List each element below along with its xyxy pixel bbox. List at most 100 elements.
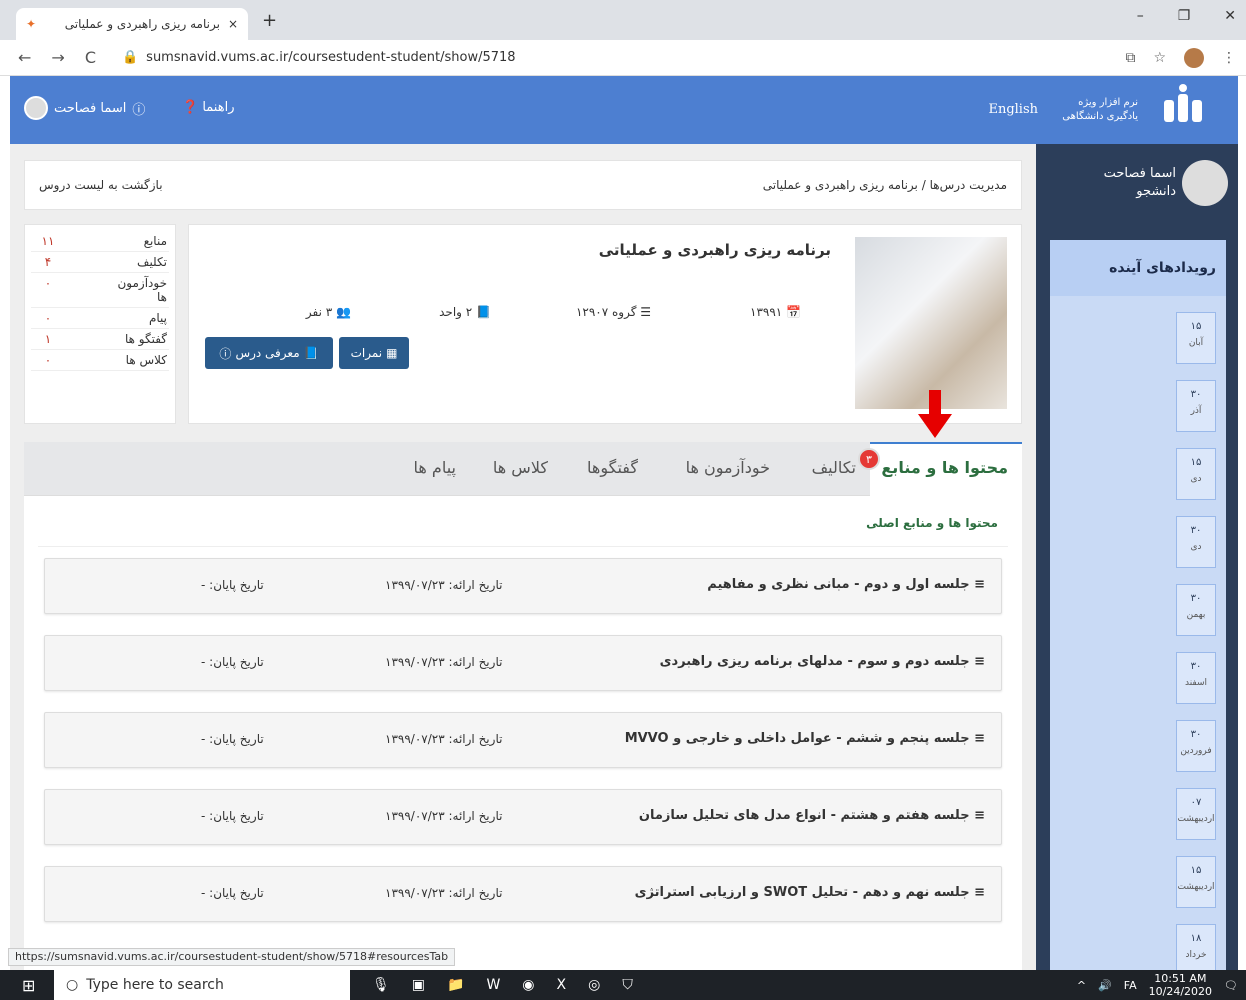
content-item-start-date: تاریخ ارائه: ۱۳۹۹/۰۷/۲۳	[385, 732, 503, 746]
event-month: دی	[1190, 474, 1202, 484]
stat-label: گفتگو ها	[124, 332, 167, 346]
new-tab-button[interactable]: +	[262, 10, 277, 31]
minimize-icon[interactable]: –	[1137, 8, 1144, 24]
breadcrumb: بازگشت به لیست دروس مدیریت درس‌ها / برنا…	[24, 160, 1022, 210]
content-item[interactable]: ≡ جلسه پنجم و ششم - عوامل داخلی و خارجی …	[44, 712, 1002, 768]
event-day: ۱۵	[1190, 457, 1202, 468]
chrome-icon[interactable]: ◎	[588, 977, 600, 993]
close-window-icon[interactable]: ✕	[1224, 8, 1236, 24]
course-group: ☰ گروه ۱۲۹۰۷	[575, 305, 651, 319]
excel-icon[interactable]: X	[557, 977, 567, 993]
avatar	[24, 96, 48, 120]
help-icon: ⓘ	[219, 346, 232, 361]
event-item[interactable]: ۳۰ بهمن	[1176, 584, 1216, 636]
event-item[interactable]: ۱۵ دی	[1176, 448, 1216, 500]
event-item[interactable]: ۳۰ دی	[1176, 516, 1216, 568]
taskbar-search[interactable]: ○ Type here to search	[54, 970, 350, 1000]
upcoming-events-panel: رویدادهای آینده ۱۵ آبان ۳۰ آذر ۱۵ دی ۳۰ دی ۳۰ بهم…	[1050, 240, 1226, 976]
event-month: اسفند	[1184, 678, 1208, 688]
tab-assignments[interactable]: تکالیف	[812, 458, 856, 477]
event-item[interactable]: ۰۷ اردیبهشت	[1176, 788, 1216, 840]
stat-row[interactable]: ۰ خودآزمون ها	[31, 273, 169, 308]
tab-close-button[interactable]: ×	[228, 17, 238, 31]
language-indicator[interactable]: FA	[1124, 979, 1137, 992]
breadcrumb-separator: /	[921, 178, 926, 192]
content-item[interactable]: ≡ جلسه دوم و سوم - مدلهای برنامه ریزی را…	[44, 635, 1002, 691]
grades-button[interactable]: ▦ نمرات	[339, 337, 409, 369]
content-item-title: ≡ جلسه اول و دوم - مبانی نظری و مفاهیم	[707, 577, 985, 592]
event-day: ۱۵	[1190, 321, 1202, 332]
windows-start-icon[interactable]: ⊞	[22, 976, 35, 995]
clock[interactable]: 10:51 AM 10/24/2020	[1149, 972, 1212, 998]
firefox-icon[interactable]: ◉	[522, 977, 534, 993]
translate-icon[interactable]: ⧉	[1125, 50, 1135, 66]
content-item-start-date: تاریخ ارائه: ۱۳۹۹/۰۷/۲۳	[385, 655, 503, 669]
content-item[interactable]: ≡ جلسه اول و دوم - مبانی نظری و مفاهیم تا…	[44, 558, 1002, 614]
stat-row[interactable]: ۰ کلاس ها	[31, 350, 169, 371]
stat-row[interactable]: ۰ پیام	[31, 308, 169, 329]
tab-quizzes[interactable]: خودآزمون ها	[686, 458, 770, 477]
profile-avatar[interactable]	[1184, 48, 1204, 68]
browser-tab[interactable]: × برنامه ریزی راهبردی و عملیاتی ✦	[16, 8, 248, 40]
event-month: دی	[1190, 542, 1202, 552]
forward-arrow-icon[interactable]: →	[51, 48, 64, 67]
microphone-icon[interactable]: 🎙	[372, 977, 390, 993]
content-item-start-date: تاریخ ارائه: ۱۳۹۹/۰۷/۲۳	[385, 578, 503, 592]
word-icon[interactable]: W	[486, 977, 500, 993]
sidebar-user-name: اسما فصاحت	[1103, 166, 1176, 181]
file-explorer-icon[interactable]: 📁	[447, 977, 464, 993]
reload-icon[interactable]: C	[85, 48, 96, 67]
back-arrow-icon[interactable]: ←	[18, 48, 31, 67]
event-month: فروردین	[1180, 746, 1212, 756]
url-text: sumsnavid.vums.ac.ir/coursestudent-stude…	[146, 50, 516, 65]
restore-icon[interactable]: ❐	[1178, 8, 1191, 24]
event-month: آبان	[1188, 338, 1204, 348]
chevron-up-icon[interactable]: ^	[1077, 979, 1086, 992]
header-user-menu[interactable]: اسما فصاحت ⓘ	[24, 96, 145, 120]
stat-row[interactable]: ۴ تکلیف	[31, 252, 169, 273]
content-item-end-date: تاریخ پایان: -	[201, 886, 264, 900]
url-field[interactable]: 🔒 sumsnavid.vums.ac.ir/coursestudent-stu…	[122, 50, 516, 65]
event-item[interactable]: ۳۰ فروردین	[1176, 720, 1216, 772]
content-item[interactable]: ≡ جلسه هفتم و هشتم - انواع مدل های تحلیل…	[44, 789, 1002, 845]
stat-label: منابع	[143, 234, 167, 248]
back-to-courses-link[interactable]: بازگشت به لیست دروس	[39, 178, 163, 192]
app-icon[interactable]: ▣	[412, 977, 425, 993]
speaker-icon[interactable]: 🔊	[1098, 979, 1112, 992]
tab-messages[interactable]: پیام ها	[414, 458, 456, 477]
breadcrumb-root[interactable]: مدیریت درس‌ها	[930, 178, 1007, 192]
content-panel: محتوا ها و منابع اصلی ≡ جلسه اول و دوم -…	[24, 496, 1022, 970]
tab-content[interactable]: محتوا ها و منابع	[881, 458, 1008, 477]
content-item[interactable]: ≡ جلسه نهم و دهم - تحلیل SWOT و ارزیابی …	[44, 866, 1002, 922]
brand-text: نرم افزار ویژه یادگیری دانشگاهی	[1062, 97, 1138, 122]
search-icon: ○	[66, 977, 79, 993]
notification-icon[interactable]: 🗨	[1224, 979, 1238, 992]
event-item[interactable]: ۳۰ اسفند	[1176, 652, 1216, 704]
stat-row[interactable]: ۱۱ منابع	[31, 231, 169, 252]
stat-row[interactable]: ۱ گفتگو ها	[31, 329, 169, 350]
content-item-start-date: تاریخ ارائه: ۱۳۹۹/۰۷/۲۳	[385, 886, 503, 900]
guide-link[interactable]: ❓ راهنما	[182, 100, 234, 115]
red-arrow-annotation	[918, 390, 952, 438]
site-logo[interactable]	[1158, 82, 1208, 132]
course-year: 📅 ۱۳۹۹۱	[750, 305, 801, 319]
event-item[interactable]: ۱۵ اردیبهشت	[1176, 856, 1216, 908]
content-item-end-date: تاریخ پایان: -	[201, 732, 264, 746]
event-day: ۰۷	[1190, 797, 1202, 808]
stat-label: پیام	[148, 311, 167, 325]
event-item[interactable]: ۱۸ خرداد	[1176, 924, 1216, 976]
event-item[interactable]: ۱۵ آبان	[1176, 312, 1216, 364]
event-day: ۳۰	[1190, 389, 1202, 400]
divider	[38, 546, 1008, 547]
favicon-icon: ✦	[26, 17, 37, 31]
shield-icon[interactable]: ⛉	[622, 977, 633, 993]
course-intro-button[interactable]: 📘 معرفی درس ⓘ	[205, 337, 333, 369]
bookmark-star-icon[interactable]: ☆	[1153, 50, 1166, 66]
tab-classes[interactable]: کلاس ها	[493, 458, 548, 477]
event-item[interactable]: ۳۰ آذر	[1176, 380, 1216, 432]
content-item-title: ≡ جلسه پنجم و ششم - عوامل داخلی و خارجی …	[624, 731, 985, 746]
tab-discussions[interactable]: گفتگوها	[587, 458, 638, 477]
menu-icon[interactable]: ⋮	[1222, 50, 1236, 66]
stat-value: ۰	[44, 311, 52, 325]
language-link[interactable]: English	[988, 102, 1038, 117]
